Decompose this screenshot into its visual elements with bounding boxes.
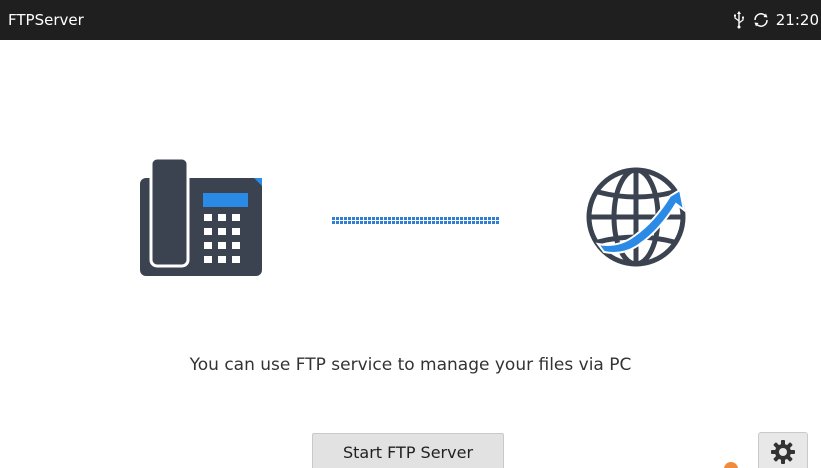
connector-dot: [476, 217, 479, 220]
connector-dot: [456, 217, 459, 220]
connector-dot: [448, 221, 451, 224]
connector-dot: [412, 217, 415, 220]
connector-dot: [400, 221, 403, 224]
connector-dot: [376, 217, 379, 220]
connector-dot: [376, 221, 379, 224]
connector-dot: [472, 221, 475, 224]
connector-dot: [472, 217, 475, 220]
connector-dot: [388, 217, 391, 220]
description-text: You can use FTP service to manage your f…: [189, 355, 632, 375]
connector-dot: [332, 217, 335, 220]
gear-icon: [770, 439, 796, 468]
connector-dot: [408, 221, 411, 224]
connector-dot: [372, 217, 375, 220]
connector-dot: [392, 217, 395, 220]
connector-dot: [424, 217, 427, 220]
connector-dot: [416, 217, 419, 220]
connector-dot: [368, 217, 371, 220]
connector-dot: [380, 221, 383, 224]
connector-dot: [348, 217, 351, 220]
connector-dot: [368, 221, 371, 224]
connector-dot: [332, 221, 335, 224]
connector-dot: [404, 221, 407, 224]
connector-dot: [476, 221, 479, 224]
connector-dot: [456, 221, 459, 224]
connector-dot: [340, 217, 343, 220]
connector-dot: [432, 221, 435, 224]
connector-dot: [420, 221, 423, 224]
connector-dot: [360, 217, 363, 220]
connector-dot: [492, 217, 495, 220]
connector-dot: [356, 217, 359, 220]
connector-dot: [480, 221, 483, 224]
connector-dot: [444, 217, 447, 220]
connector-dot: [348, 221, 351, 224]
connector-dot: [440, 221, 443, 224]
connector-dot: [408, 217, 411, 220]
connector-dot: [424, 221, 427, 224]
settings-button[interactable]: [758, 432, 808, 468]
connector-dot: [464, 217, 467, 220]
connector-dot: [364, 217, 367, 220]
connector-dot: [468, 221, 471, 224]
connector-dot: [416, 221, 419, 224]
start-ftp-server-button[interactable]: Start FTP Server: [312, 433, 504, 468]
connector-dot: [496, 217, 499, 220]
connector-dot: [380, 217, 383, 220]
connector-dot: [396, 217, 399, 220]
connector-dot: [484, 217, 487, 220]
connector-dot: [444, 221, 447, 224]
connector-dot: [428, 217, 431, 220]
connector-dot: [468, 217, 471, 220]
connector-dot: [420, 217, 423, 220]
connection-illustration: [0, 0, 821, 468]
connector-dot: [488, 221, 491, 224]
connector-dot: [352, 217, 355, 220]
connector-dot: [396, 221, 399, 224]
connector-dot: [488, 217, 491, 220]
connector-dot: [412, 221, 415, 224]
connector-dot: [352, 221, 355, 224]
connector-dot: [344, 221, 347, 224]
globe-transfer-icon: [584, 166, 694, 274]
connector-dot: [340, 221, 343, 224]
connector-dot: [392, 221, 395, 224]
connector-dot: [344, 217, 347, 220]
connector-dot: [436, 217, 439, 220]
connector-dot: [364, 221, 367, 224]
connector-dot: [464, 221, 467, 224]
connector-dot: [432, 217, 435, 220]
connector-dot: [372, 221, 375, 224]
connector-dot: [388, 221, 391, 224]
connector-dot: [400, 217, 403, 220]
connector-dot: [404, 217, 407, 220]
connector-dot: [448, 217, 451, 220]
connector-dot: [484, 221, 487, 224]
connector-dot: [336, 221, 339, 224]
connector-dot: [452, 221, 455, 224]
connector-dot: [452, 217, 455, 220]
connector-dot: [492, 221, 495, 224]
ftp-server-screen: FTPServer 21:20 You can use FTP service …: [0, 0, 821, 468]
connector-dot: [356, 221, 359, 224]
connector-dot: [480, 217, 483, 220]
connector-dot: [496, 221, 499, 224]
connector-dot: [384, 221, 387, 224]
connector-dot: [436, 221, 439, 224]
connector-dot: [360, 221, 363, 224]
connector-dot: [440, 217, 443, 220]
desk-phone-icon: [138, 156, 264, 282]
connector-dot: [336, 217, 339, 220]
connector-dot: [384, 217, 387, 220]
connector-dot: [460, 217, 463, 220]
connector-dot: [460, 221, 463, 224]
connection-dots: [332, 211, 500, 230]
connector-dot: [428, 221, 431, 224]
